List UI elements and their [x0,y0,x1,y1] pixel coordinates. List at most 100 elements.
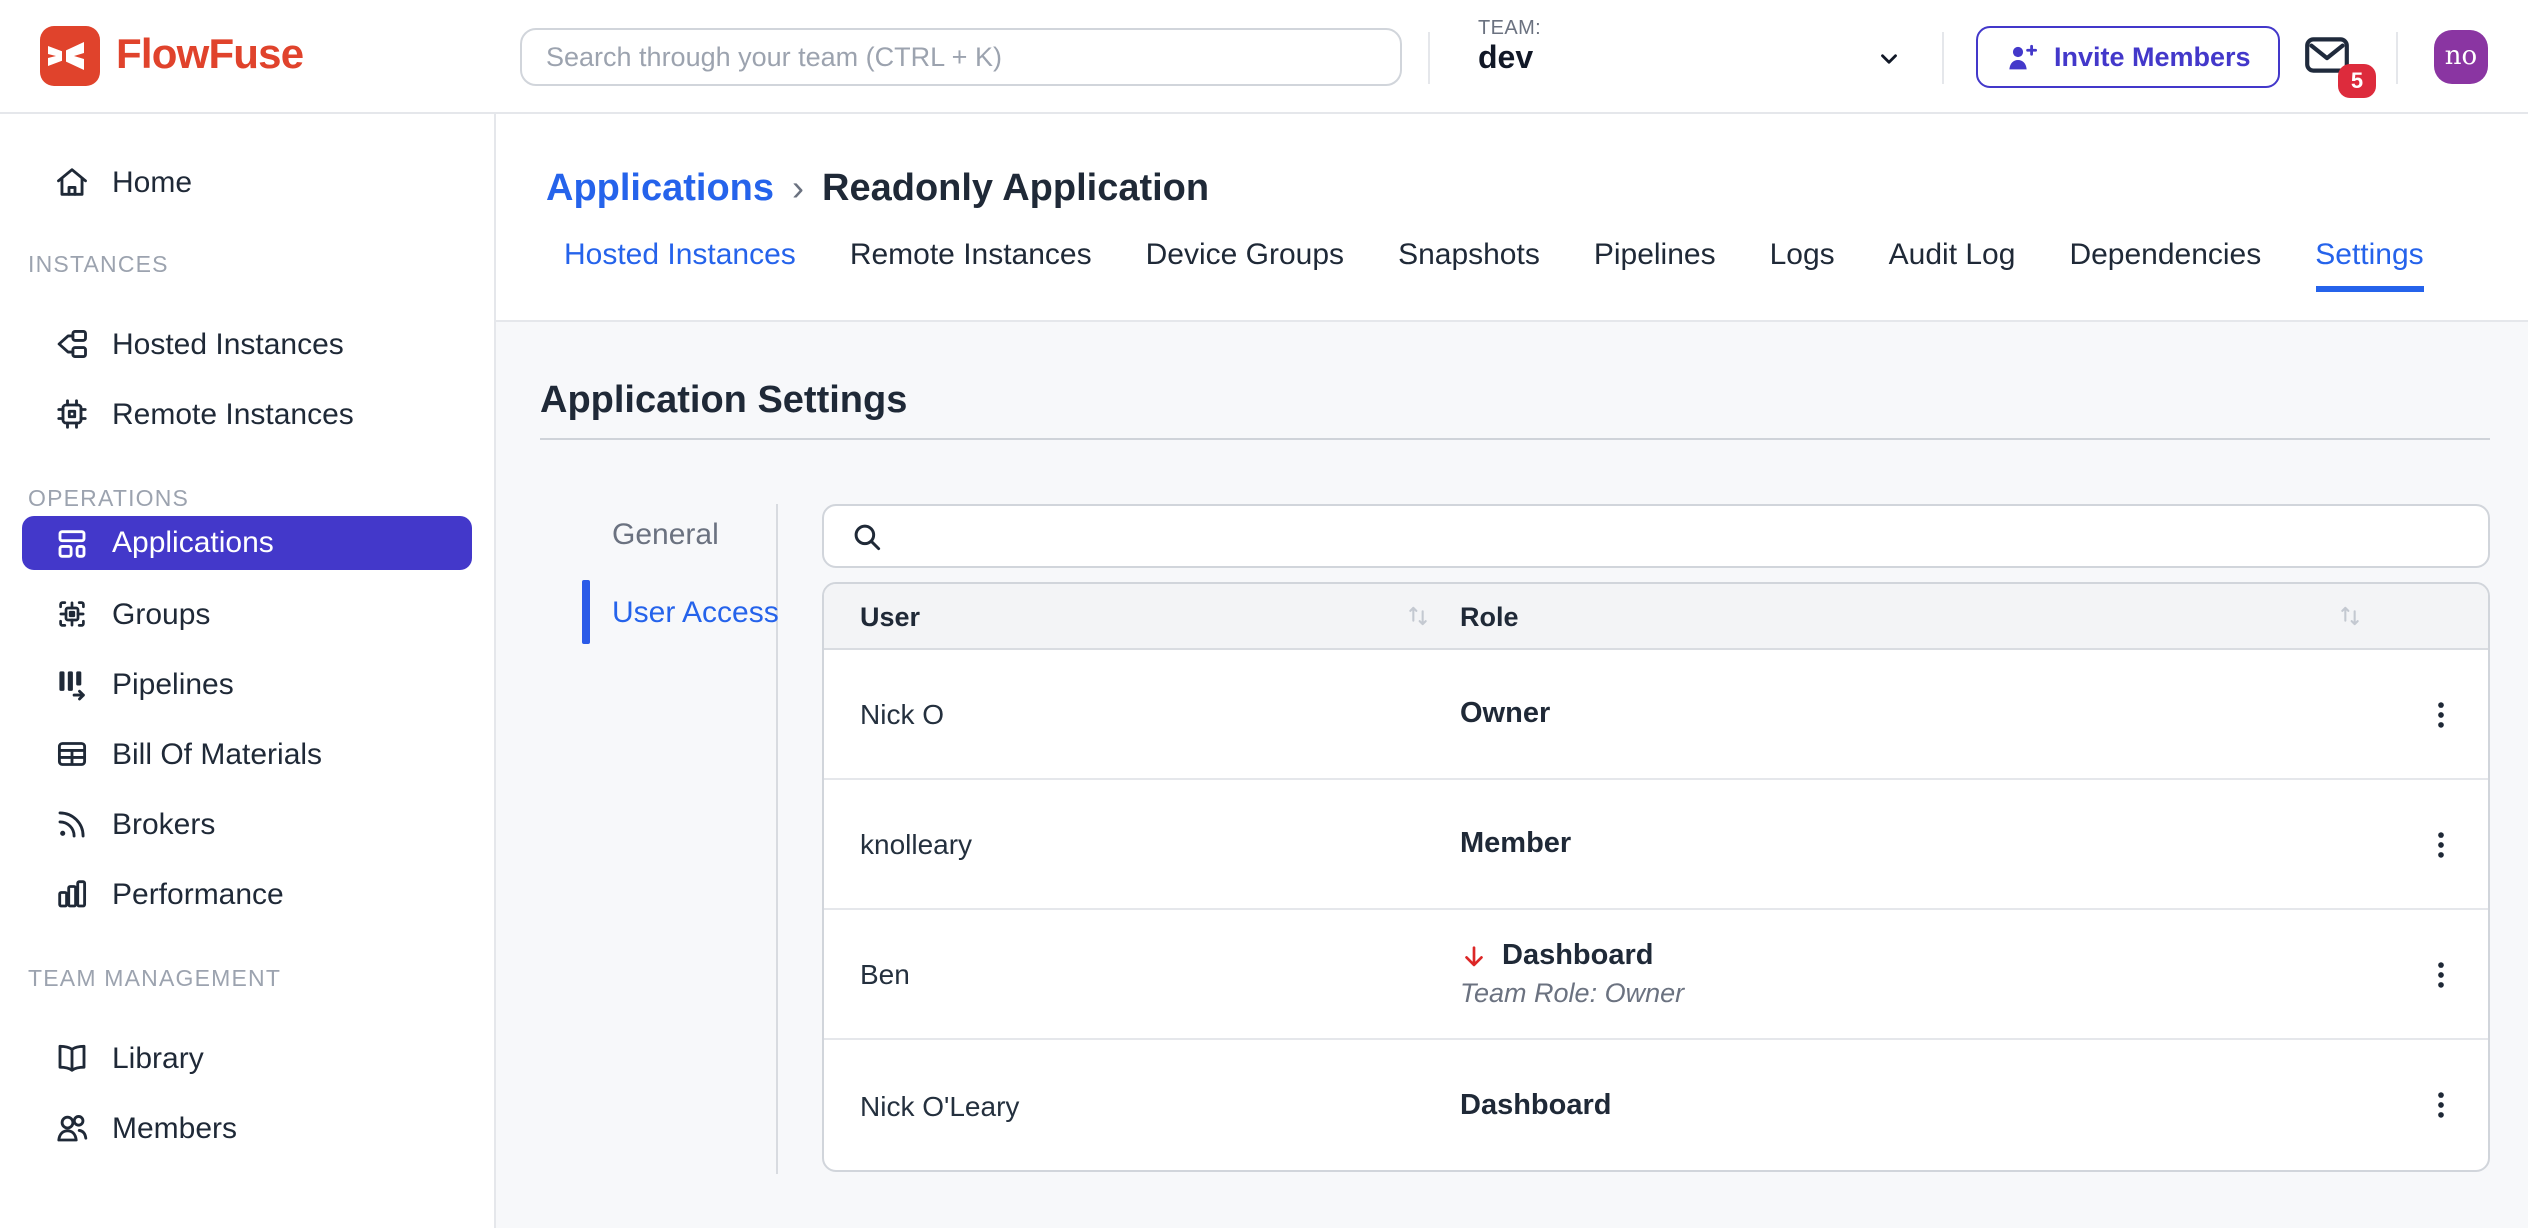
sidebar-item-pipelines[interactable]: Pipelines [0,656,494,712]
title-divider [540,438,2490,440]
tab-settings[interactable]: Settings [2315,238,2423,292]
page-header: Applications › Readonly Application Host… [496,114,2528,322]
tab-hosted-instances[interactable]: Hosted Instances [564,238,796,292]
sidebar: Home INSTANCES Hosted Instances Remote I… [0,114,496,1228]
row-actions-kebab-button[interactable] [2412,686,2468,742]
user-access-table: User Role [822,582,2490,1172]
user-name: knolleary [860,828,1460,860]
brokers-rss-icon [54,806,90,842]
application-tabs: Hosted Instances Remote Instances Device… [496,238,2528,292]
sidebar-item-bill-of-materials[interactable]: Bill Of Materials [0,726,494,782]
sidebar-item-remote-instances[interactable]: Remote Instances [0,386,494,442]
sidebar-item-label: Applications [112,526,274,560]
kebab-menu-icon [2423,697,2457,731]
subnav-item-user-access[interactable]: User Access [540,580,776,644]
tab-logs[interactable]: Logs [1770,238,1835,292]
invite-members-button[interactable]: Invite Members [1976,26,2281,88]
user-search-box[interactable] [822,504,2490,568]
sidebar-item-performance[interactable]: Performance [0,866,494,922]
tab-snapshots[interactable]: Snapshots [1398,238,1540,292]
row-actions-kebab-button[interactable] [2412,946,2468,1002]
global-search-input[interactable] [520,28,1402,86]
sidebar-item-hosted-instances[interactable]: Hosted Instances [0,316,494,372]
home-icon [54,164,90,200]
sidebar-item-label: Groups [112,597,210,631]
team-role-note: Team Role: Owner [1460,978,2392,1008]
role-lower-than-team-icon [1460,941,1488,971]
row-actions-kebab-button[interactable] [2412,816,2468,872]
search-icon [850,519,884,553]
sidebar-item-home[interactable]: Home [0,154,494,210]
page-title: Application Settings [540,376,2528,428]
sidebar-item-applications[interactable]: Applications [22,516,472,570]
tab-remote-instances[interactable]: Remote Instances [850,238,1092,292]
subnav-item-label: General [612,517,719,551]
table-row: Nick O Owner [824,650,2488,780]
table-row: Ben Dashboard Team Role: Owner [824,910,2488,1040]
team-label: TEAM: [1478,18,1541,40]
remote-instances-icon [54,396,90,432]
top-navbar: FlowFuse TEAM: dev Invite Members 5 [0,0,2528,114]
sidebar-item-label: Home [112,165,192,199]
settings-subnav: General User Access [540,480,776,1174]
user-name: Nick O'Leary [860,1089,1460,1121]
kebab-menu-icon [2423,827,2457,861]
sidebar-item-label: Brokers [112,807,215,841]
tab-pipelines[interactable]: Pipelines [1594,238,1716,292]
sidebar-section-operations: OPERATIONS [0,484,494,516]
main-content: Applications › Readonly Application Host… [496,114,2528,1228]
user-role: Owner [1460,698,2392,730]
column-header-role[interactable]: Role [1460,601,2392,631]
sidebar-item-label: Remote Instances [112,397,354,431]
flowfuse-logo[interactable]: FlowFuse [40,26,303,86]
breadcrumb-separator-icon: › [792,167,804,209]
user-search-input[interactable] [902,506,2488,566]
user-plus-icon [2006,41,2038,73]
sidebar-item-groups[interactable]: Groups [0,586,494,642]
chevron-down-icon[interactable] [1876,46,1902,72]
header-divider [2396,32,2398,84]
active-indicator-bar [582,580,590,644]
user-avatar[interactable]: no [2434,30,2488,84]
members-users-icon [54,1110,90,1146]
sidebar-item-label: Bill Of Materials [112,737,322,771]
tab-dependencies[interactable]: Dependencies [2069,238,2261,292]
column-header-user[interactable]: User [860,601,1460,631]
user-role: Dashboard [1460,1089,2392,1121]
user-role: Member [1460,828,2392,860]
table-row: knolleary Member [824,780,2488,910]
user-access-panel: User Role [822,480,2490,1174]
applications-icon [54,525,90,561]
tab-audit-log[interactable]: Audit Log [1889,238,2016,292]
header-divider [1428,32,1430,84]
sidebar-item-label: Pipelines [112,667,234,701]
sidebar-item-label: Members [112,1111,237,1145]
subnav-item-label: User Access [612,595,779,629]
invite-members-label: Invite Members [2054,42,2251,72]
user-role: Dashboard [1502,940,1654,972]
library-book-icon [54,1040,90,1076]
sidebar-item-brokers[interactable]: Brokers [0,796,494,852]
table-header-row: User Role [824,584,2488,650]
user-name: Ben [860,958,1460,990]
column-header-label: Role [1460,601,1519,631]
bill-of-materials-icon [54,736,90,772]
sidebar-item-label: Performance [112,877,284,911]
sidebar-item-members[interactable]: Members [0,1100,494,1156]
pipelines-icon [54,666,90,702]
breadcrumb: Applications › Readonly Application [496,114,2528,212]
breadcrumb-current: Readonly Application [822,168,1209,212]
sort-icon [1404,602,1432,630]
subnav-item-general[interactable]: General [540,502,776,566]
notification-count-badge: 5 [2338,64,2376,98]
team-name: dev [1478,42,1541,78]
row-actions-kebab-button[interactable] [2412,1077,2468,1133]
kebab-menu-icon [2423,957,2457,991]
breadcrumb-applications-link[interactable]: Applications [546,168,774,212]
notifications-button[interactable]: 5 [2300,30,2360,86]
team-selector[interactable]: TEAM: dev [1478,18,1541,78]
app-window: FlowFuse TEAM: dev Invite Members 5 [0,0,2528,1228]
sort-icon [2336,602,2364,630]
sidebar-item-library[interactable]: Library [0,1030,494,1086]
tab-device-groups[interactable]: Device Groups [1146,238,1344,292]
